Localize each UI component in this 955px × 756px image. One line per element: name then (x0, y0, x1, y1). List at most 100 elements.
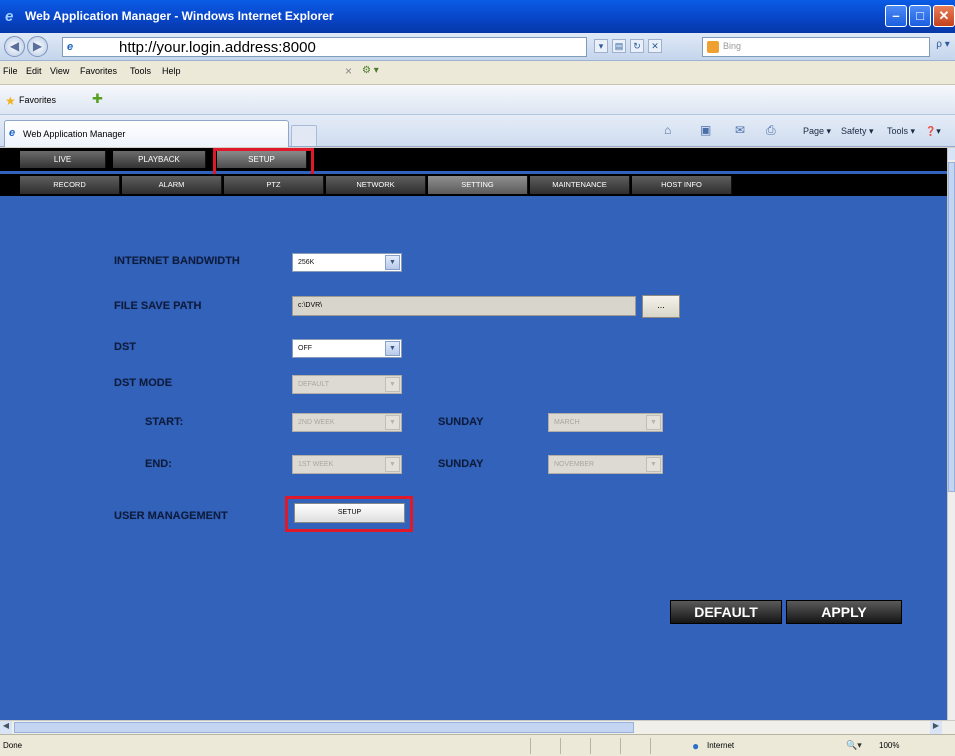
bandwidth-value: 256K (298, 259, 315, 266)
menu-tools[interactable]: Tools (130, 66, 151, 76)
menu-file[interactable]: File (3, 66, 18, 76)
scroll-thumb-horizontal[interactable] (14, 722, 634, 733)
close-button[interactable]: ✕ (933, 5, 955, 27)
zoom-icon[interactable]: 🔍▾ (846, 740, 862, 751)
scroll-thumb[interactable] (948, 162, 955, 492)
status-divider (650, 738, 651, 754)
scroll-left-icon[interactable]: ◀ (0, 721, 12, 734)
menu-bar: File Edit View Favorites Tools Help × ⚙ … (0, 61, 955, 85)
chevron-down-icon: ▼ (385, 457, 400, 472)
bandwidth-select[interactable]: 256K ▼ (292, 253, 402, 272)
dst-mode-value: DEFAULT (298, 381, 329, 388)
dst-label: DST (114, 341, 136, 353)
start-day-label: SUNDAY (438, 416, 484, 428)
main-nav: LIVE PLAYBACK SETUP (0, 148, 947, 171)
start-week-value: 2ND WEEK (298, 419, 335, 426)
mail-icon[interactable]: ✉ (735, 123, 745, 137)
favorites-button[interactable]: Favorites (19, 95, 56, 105)
dst-value: OFF (298, 345, 312, 352)
start-label: START: (145, 416, 184, 428)
scroll-up-icon[interactable] (948, 148, 955, 160)
apply-button[interactable]: APPLY (786, 600, 902, 624)
add-favorite-icon[interactable]: ✚ (92, 91, 103, 107)
status-bar: Done ● Internet 🔍▾ 100% (0, 734, 955, 756)
end-week-value: 1ST WEEK (298, 461, 334, 468)
menu-view[interactable]: View (50, 66, 69, 76)
scroll-right-icon[interactable]: ▶ (930, 721, 942, 734)
compatibility-icon[interactable]: ▤ (612, 39, 626, 53)
tab-setting[interactable]: SETTING (428, 176, 528, 194)
user-management-setup-button[interactable]: SETUP (294, 503, 405, 523)
start-week-select[interactable]: 2ND WEEK ▼ (292, 413, 402, 432)
forward-button[interactable]: ▶ (27, 36, 48, 57)
title-bar: e Web Application Manager - Windows Inte… (0, 0, 955, 33)
menu-edit[interactable]: Edit (26, 66, 42, 76)
browser-tab[interactable]: e Web Application Manager (4, 120, 289, 147)
close-toolbar-icon[interactable]: × (345, 64, 352, 78)
tab-ptz[interactable]: PTZ (224, 176, 324, 194)
tools-menu[interactable]: Tools ▾ (887, 126, 915, 137)
address-input[interactable]: e http://your.login.address:8000 (62, 37, 587, 57)
security-zone[interactable]: Internet (707, 741, 734, 750)
tab-maintenance[interactable]: MAINTENANCE (530, 176, 630, 194)
extension-icon[interactable]: ⚙ ▾ (362, 65, 379, 76)
status-divider (560, 738, 561, 754)
chevron-down-icon: ▼ (385, 377, 400, 392)
user-management-label: USER MANAGEMENT (114, 510, 228, 522)
horizontal-scrollbar[interactable]: ◀ ▶ (0, 720, 955, 734)
feeds-icon[interactable]: ▣ (700, 123, 711, 137)
start-month-select[interactable]: MARCH ▼ (548, 413, 663, 432)
file-save-path-field[interactable]: c:\DVR\ (292, 296, 636, 316)
dropdown-icon[interactable]: ▾ (594, 39, 608, 53)
end-label: END: (145, 458, 172, 470)
zoom-level[interactable]: 100% (879, 741, 899, 750)
search-placeholder: Bing (723, 41, 742, 51)
search-input[interactable]: Bing (702, 37, 930, 57)
tab-page-icon: e (9, 127, 16, 139)
search-icon[interactable]: ρ ▾ (934, 39, 952, 55)
page-icon: e (67, 41, 74, 53)
chevron-down-icon: ▼ (385, 341, 400, 356)
dst-select[interactable]: OFF ▼ (292, 339, 402, 358)
maximize-button[interactable]: □ (909, 5, 931, 27)
tab-live[interactable]: LIVE (20, 151, 106, 168)
end-month-value: NOVEMBER (554, 461, 595, 468)
end-month-select[interactable]: NOVEMBER ▼ (548, 455, 663, 474)
tab-title: Web Application Manager (23, 129, 126, 139)
chevron-down-icon: ▼ (385, 415, 400, 430)
print-icon[interactable]: ⎙ (766, 123, 776, 138)
address-toolbar: ◀ ▶ e http://your.login.address:8000 ▾ ▤… (0, 33, 955, 61)
minimize-button[interactable]: – (885, 5, 907, 27)
window-title: Web Application Manager - Windows Intern… (25, 9, 334, 23)
menu-favorites[interactable]: Favorites (80, 66, 117, 76)
default-button[interactable]: DEFAULT (670, 600, 782, 624)
status-divider (590, 738, 591, 754)
tab-record[interactable]: RECORD (20, 176, 120, 194)
dst-mode-label: DST MODE (114, 377, 173, 389)
status-divider (620, 738, 621, 754)
start-month-value: MARCH (554, 419, 580, 426)
page-menu[interactable]: Page ▾ (803, 126, 831, 137)
tab-host-info[interactable]: HOST INFO (632, 176, 732, 194)
refresh-icon[interactable]: ↻ (630, 39, 644, 53)
back-button[interactable]: ◀ (4, 36, 25, 57)
tab-alarm[interactable]: ALARM (122, 176, 222, 194)
new-tab-button[interactable] (291, 125, 317, 146)
bing-icon (707, 41, 719, 53)
home-icon[interactable]: ⌂ (664, 123, 671, 137)
favorites-bar: ★ Favorites ✚ (0, 85, 955, 115)
chevron-down-icon: ▼ (385, 255, 400, 270)
tab-network[interactable]: NETWORK (326, 176, 426, 194)
end-week-select[interactable]: 1ST WEEK ▼ (292, 455, 402, 474)
favorites-star-icon[interactable]: ★ (5, 94, 16, 108)
menu-help[interactable]: Help (162, 66, 181, 76)
vertical-scrollbar[interactable] (947, 148, 955, 720)
tab-playback[interactable]: PLAYBACK (113, 151, 206, 168)
browse-button[interactable]: ... (642, 295, 680, 318)
chevron-down-icon: ▼ (646, 415, 661, 430)
file-save-path-label: FILE SAVE PATH (114, 300, 202, 312)
safety-menu[interactable]: Safety ▾ (841, 126, 874, 137)
help-menu[interactable]: ❓▾ (925, 126, 941, 137)
stop-icon[interactable]: ✕ (648, 39, 662, 53)
dst-mode-select[interactable]: DEFAULT ▼ (292, 375, 402, 394)
